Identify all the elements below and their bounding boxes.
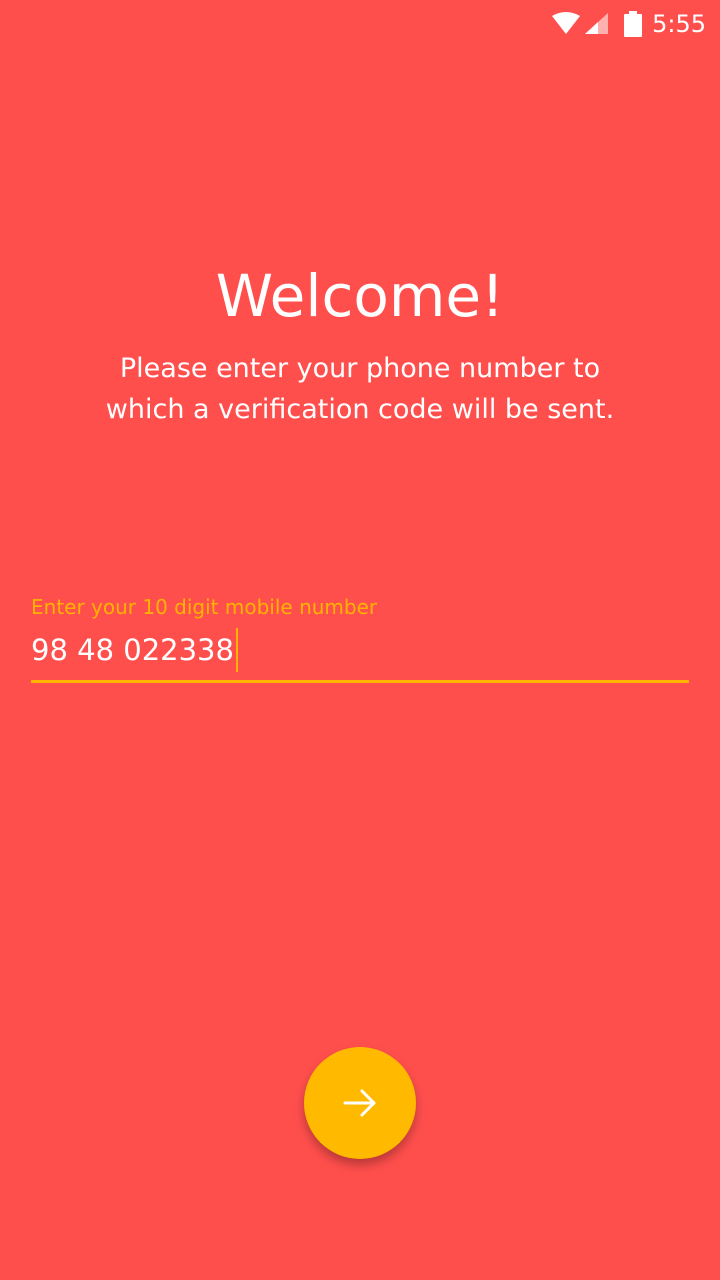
status-bar: 5:55 <box>0 0 720 48</box>
page-title: Welcome! <box>215 262 505 330</box>
phone-number-field[interactable]: Enter your 10 digit mobile number 98 48 … <box>31 592 689 683</box>
status-time: 5:55 <box>652 10 706 38</box>
arrow-right-icon <box>342 1088 378 1118</box>
wifi-icon <box>551 12 581 36</box>
phone-number-label: Enter your 10 digit mobile number <box>31 595 378 619</box>
battery-icon <box>624 11 643 37</box>
phone-number-input[interactable]: 98 48 022338 <box>31 628 238 672</box>
phone-number-input-container[interactable]: 98 48 022338 <box>31 622 689 683</box>
signal-icon <box>584 12 610 36</box>
page-subtitle: Please enter your phone number to which … <box>105 353 615 425</box>
next-button[interactable] <box>304 1047 416 1159</box>
status-icons: 5:55 <box>551 8 706 40</box>
